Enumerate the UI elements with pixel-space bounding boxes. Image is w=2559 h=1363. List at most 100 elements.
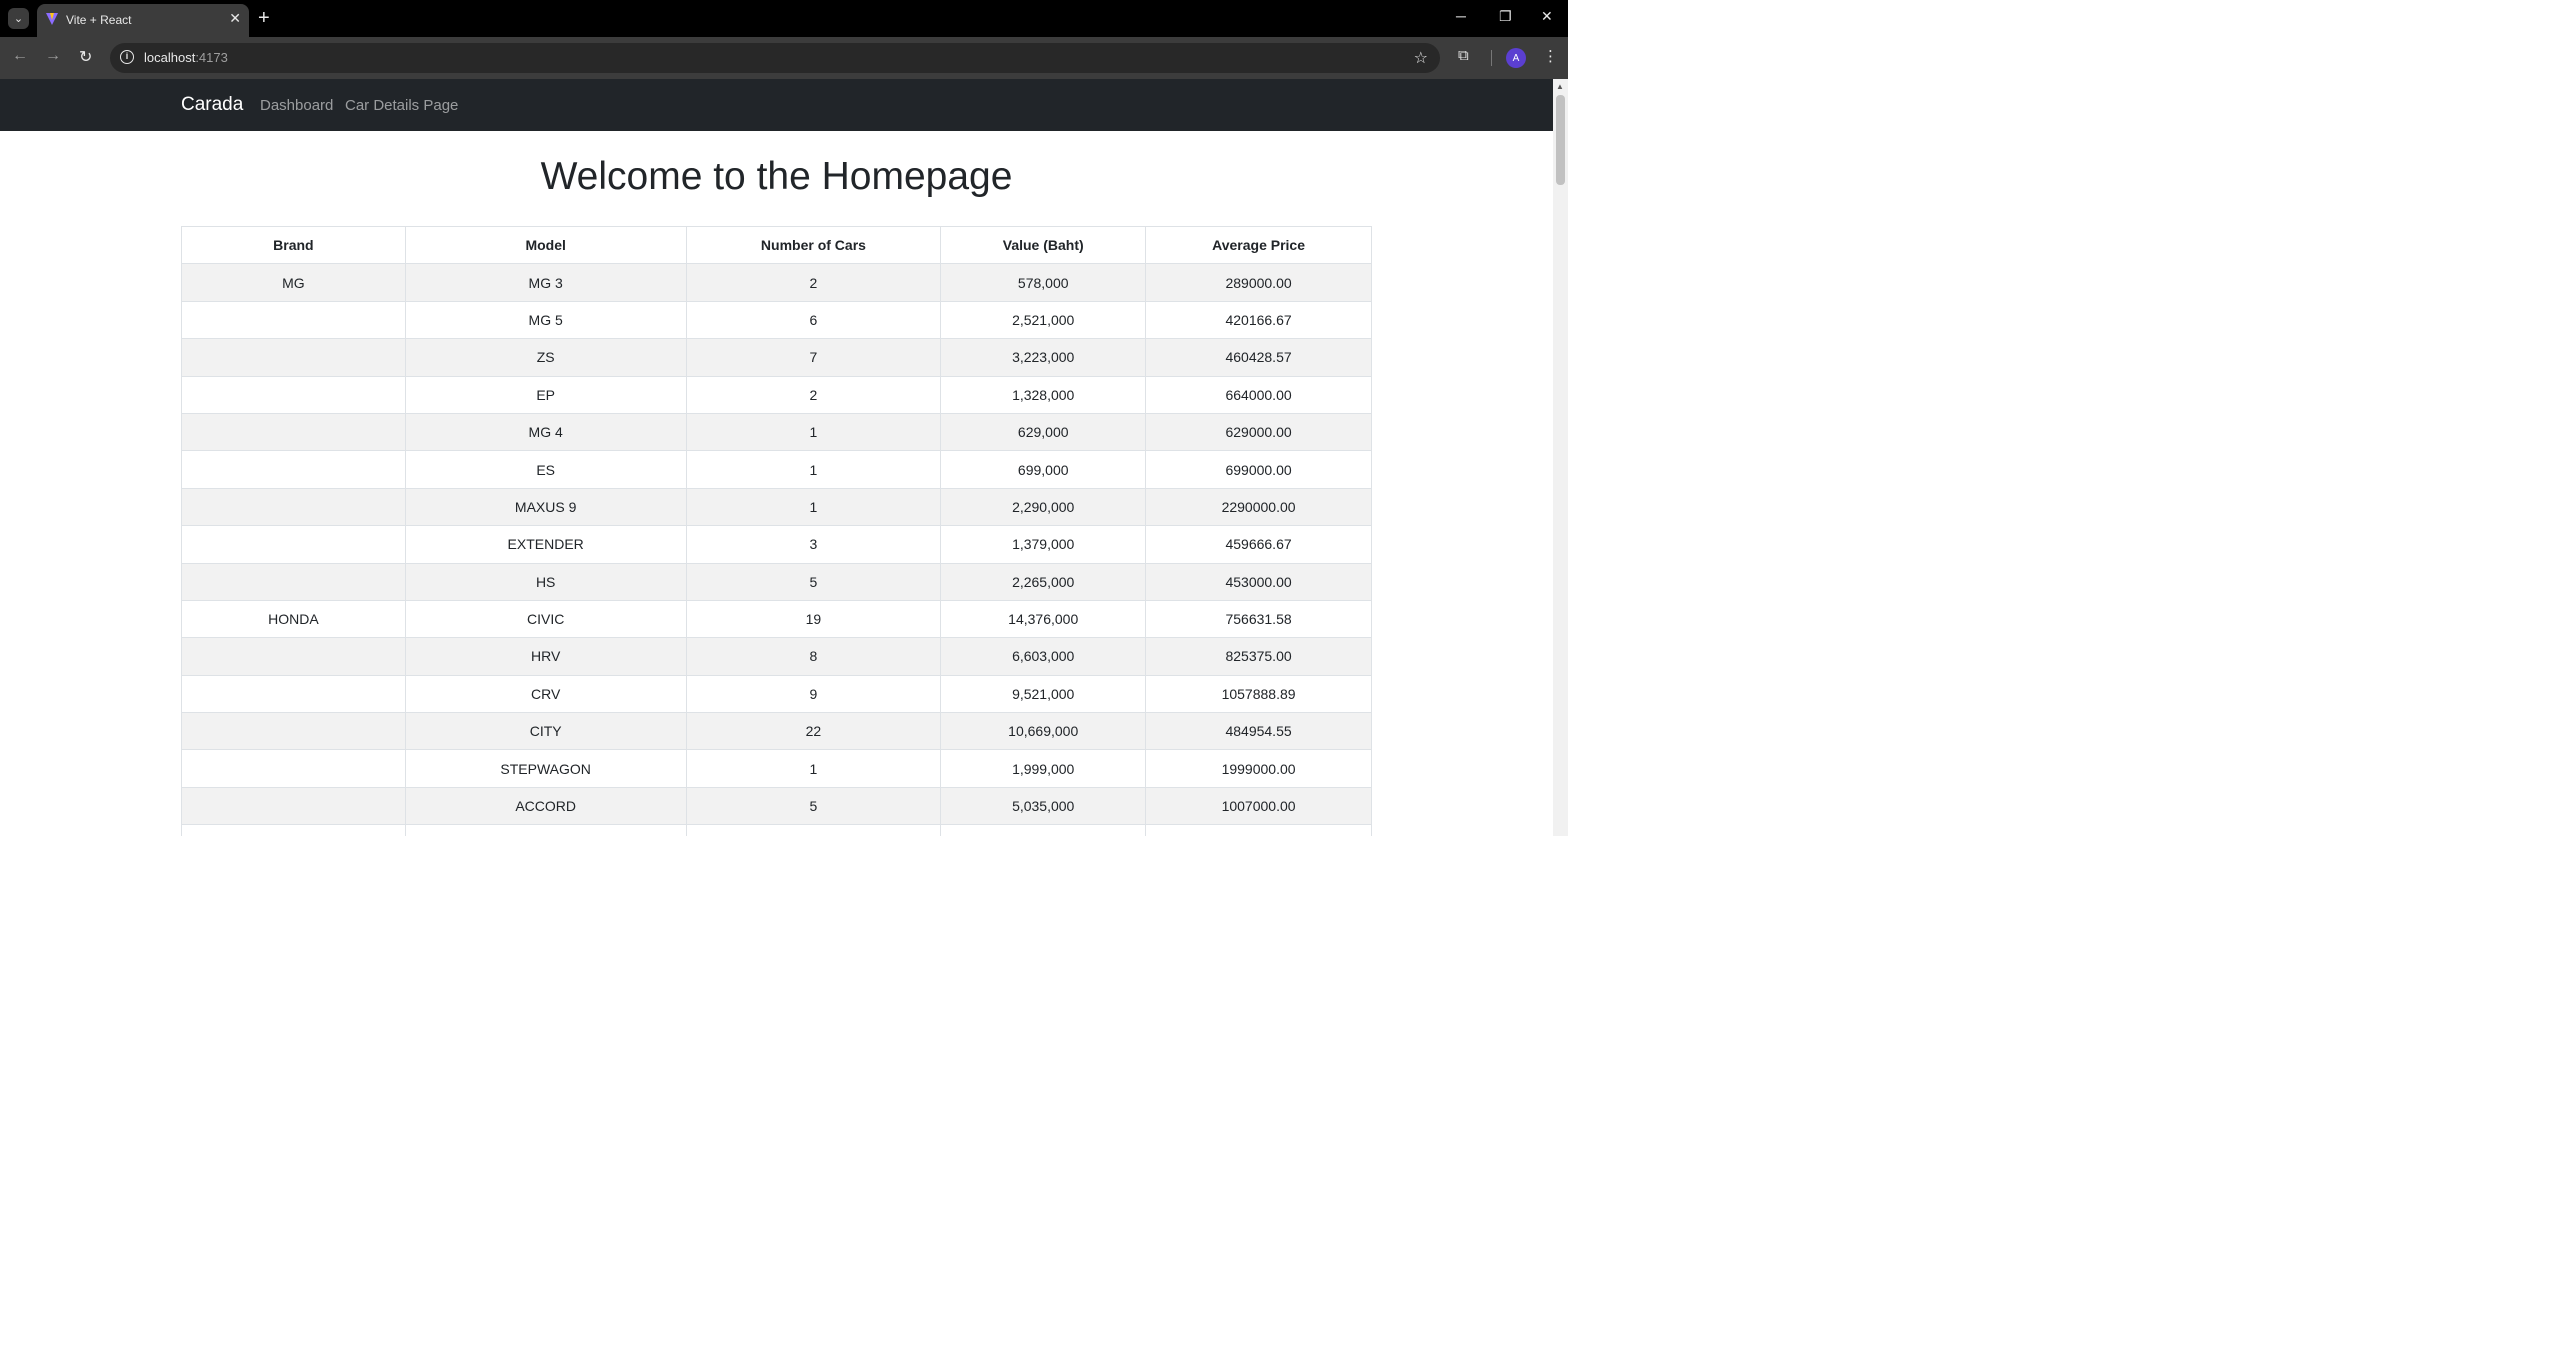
browser-menu-icon[interactable]: ⋮ [1543, 47, 1558, 65]
bookmark-star-icon[interactable]: ☆ [1414, 48, 1428, 68]
cell-value: 6,603,000 [940, 637, 1147, 676]
cell-number-of-cars: 1 [685, 749, 942, 788]
cell-model: CRV [404, 674, 687, 714]
cell-model: HS [404, 562, 687, 601]
browser-tab[interactable]: Vite + React ✕ [37, 4, 249, 37]
cell-value: 1,999,000 [940, 749, 1147, 788]
cell-brand [181, 562, 406, 601]
address-bar[interactable]: i localhost:4173 ☆ [110, 43, 1440, 73]
scroll-thumb[interactable] [1556, 95, 1565, 185]
window-close-icon[interactable]: ✕ [1541, 8, 1553, 25]
site-info-icon[interactable]: i [120, 50, 134, 64]
cell-brand [181, 824, 406, 836]
scroll-up-arrow-icon[interactable]: ▲ [1556, 82, 1564, 91]
browser-tabstrip: ⌄ Vite + React ✕ + ─ ❐ ✕ [0, 0, 1568, 37]
cell-model: MG 4 [404, 412, 687, 452]
cell-average-price [1145, 824, 1372, 836]
cell-average-price: 664000.00 [1145, 375, 1372, 414]
table-header-row: Brand Model Number of Cars Value (Baht) … [181, 225, 1372, 265]
extensions-icon[interactable]: ⧉ [1458, 47, 1469, 64]
cell-average-price: 1057888.89 [1145, 674, 1372, 714]
cell-number-of-cars: 6 [685, 300, 942, 340]
forward-icon[interactable]: → [45, 47, 61, 65]
toolbar-divider [1491, 50, 1492, 66]
cell-number-of-cars: 5 [685, 562, 942, 601]
header-value: Value (Baht) [940, 225, 1147, 265]
cell-model: HRV [404, 637, 687, 676]
cell-average-price: 2290000.00 [1145, 487, 1372, 527]
cell-brand [181, 749, 406, 788]
cell-brand [181, 674, 406, 714]
cell-model [404, 824, 687, 836]
cell-number-of-cars: 22 [685, 712, 942, 751]
table-row: HS 5 2,265,000 453000.00 [181, 562, 1372, 601]
table-row: EP 2 1,328,000 664000.00 [181, 375, 1372, 414]
table-row: CITY 22 10,669,000 484954.55 [181, 712, 1372, 751]
cell-brand [181, 450, 406, 489]
cell-average-price: 289000.00 [1145, 263, 1372, 302]
cell-brand: HONDA [181, 599, 406, 639]
cell-number-of-cars: 1 [685, 450, 942, 489]
cell-model: ES [404, 450, 687, 489]
cell-value: 5,035,000 [940, 786, 1147, 826]
cell-model: ZS [404, 338, 687, 377]
page-viewport: Carada Dashboard Car Details Page Welcom… [0, 79, 1553, 836]
navbar-brand[interactable]: Carada [181, 94, 243, 116]
cell-number-of-cars: 1 [685, 412, 942, 452]
cell-brand [181, 300, 406, 340]
cell-value: 1,379,000 [940, 525, 1147, 564]
table-row: HRV 8 6,603,000 825375.00 [181, 637, 1372, 676]
cell-model: EP [404, 375, 687, 414]
table-row: CRV 9 9,521,000 1057888.89 [181, 674, 1372, 714]
table-row: ES 1 699,000 699000.00 [181, 450, 1372, 489]
table-row: MG MG 3 2 578,000 289000.00 [181, 263, 1372, 302]
cell-brand: MG [181, 263, 406, 302]
cell-value: 1,328,000 [940, 375, 1147, 414]
table-row: MG 5 6 2,521,000 420166.67 [181, 300, 1372, 340]
cell-value: 10,669,000 [940, 712, 1147, 751]
url-port: :4173 [195, 50, 228, 65]
browser-toolbar: ← → ↻ i localhost:4173 ☆ ⧉ A ⋮ [0, 37, 1568, 79]
cell-model: EXTENDER [404, 525, 687, 564]
table-body: MG MG 3 2 578,000 289000.00 MG 5 6 2,521,000 420… [181, 263, 1372, 836]
cell-number-of-cars: 2 [685, 375, 942, 414]
cell-brand [181, 412, 406, 452]
nav-link-dashboard[interactable]: Dashboard [260, 97, 333, 114]
cell-model: ACCORD [404, 786, 687, 826]
cell-number-of-cars: 1 [685, 487, 942, 527]
cell-average-price: 453000.00 [1145, 562, 1372, 601]
table-row: HONDA CIVIC 19 14,376,000 756631.58 [181, 599, 1372, 639]
app-navbar: Carada Dashboard Car Details Page [0, 79, 1553, 131]
cell-average-price: 699000.00 [1145, 450, 1372, 489]
vite-favicon-icon [46, 13, 58, 25]
cell-average-price: 1007000.00 [1145, 786, 1372, 826]
cell-average-price: 629000.00 [1145, 412, 1372, 452]
url-text: localhost:4173 [144, 50, 228, 65]
tab-search-chevron-icon[interactable]: ⌄ [8, 8, 29, 29]
minimize-icon[interactable]: ─ [1456, 8, 1466, 24]
url-host: localhost [144, 50, 196, 65]
new-tab-icon[interactable]: + [258, 7, 270, 30]
tab-title: Vite + React [66, 13, 132, 27]
cell-model: MAXUS 9 [404, 487, 687, 527]
cell-number-of-cars: 2 [685, 263, 942, 302]
nav-link-car-details[interactable]: Car Details Page [345, 97, 458, 114]
cell-brand [181, 338, 406, 377]
back-icon[interactable]: ← [12, 47, 28, 65]
cell-number-of-cars: 5 [685, 786, 942, 826]
page-title: Welcome to the Homepage [540, 155, 1013, 198]
cell-model: STEPWAGON [404, 749, 687, 788]
cell-model: MG 5 [404, 300, 687, 340]
cell-average-price: 756631.58 [1145, 599, 1372, 639]
page-scrollbar[interactable]: ▲ [1553, 79, 1568, 836]
cell-value: 3,223,000 [940, 338, 1147, 377]
cell-number-of-cars [685, 824, 942, 836]
reload-icon[interactable]: ↻ [79, 47, 92, 67]
cell-average-price: 459666.67 [1145, 525, 1372, 564]
tab-close-icon[interactable]: ✕ [229, 10, 241, 27]
cell-number-of-cars: 8 [685, 637, 942, 676]
table-row: EXTENDER 3 1,379,000 459666.67 [181, 525, 1372, 564]
restore-icon[interactable]: ❐ [1499, 8, 1512, 25]
profile-avatar[interactable]: A [1506, 48, 1526, 68]
cell-number-of-cars: 19 [685, 599, 942, 639]
